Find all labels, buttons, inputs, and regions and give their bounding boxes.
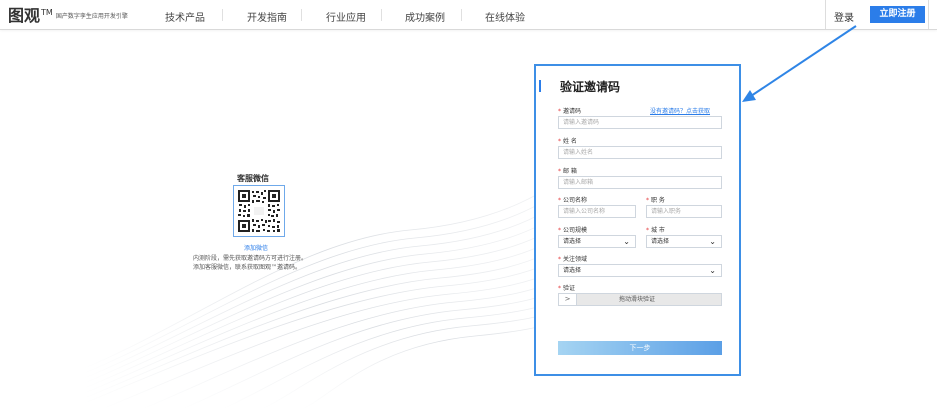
nav-divider bbox=[301, 9, 302, 21]
email-input[interactable]: 请输入邮箱 bbox=[558, 176, 722, 189]
company-label: * 公司名称 bbox=[558, 197, 588, 204]
pointer-arrow bbox=[742, 25, 857, 102]
nav-tech-products[interactable]: 技术产品 bbox=[165, 9, 205, 24]
login-link[interactable]: 登录 bbox=[834, 9, 854, 24]
nav-divider bbox=[222, 9, 223, 21]
get-invite-code-link[interactable]: 没有邀请码？点击获取 bbox=[650, 106, 710, 115]
email-label: * 邮 箱 bbox=[558, 168, 577, 175]
form-title: 验证邀请码 bbox=[560, 80, 621, 94]
focus-field-select[interactable]: 请选择 ⌄ bbox=[558, 264, 722, 277]
city-select[interactable]: 请选择 ⌄ bbox=[646, 235, 722, 248]
page-root: 图观 TM 国产数字孪生应用开发引擎 技术产品 开发指南 行业应用 成功案例 在… bbox=[0, 0, 937, 409]
company-input[interactable]: 请输入公司名称 bbox=[558, 205, 636, 218]
logo-tagline: 国产数字孪生应用开发引擎 bbox=[55, 13, 128, 20]
company-scale-label: * 公司规模 bbox=[558, 227, 588, 234]
wechat-qr-code bbox=[233, 185, 285, 237]
nav-divider bbox=[461, 9, 462, 21]
wechat-title: 客服微信 bbox=[237, 174, 269, 183]
add-wechat-caption: 添加微信 bbox=[244, 245, 269, 252]
chevron-down-icon: ⌄ bbox=[709, 237, 716, 246]
slider-hint: 拖动滑块验证 bbox=[619, 296, 656, 303]
chevron-down-icon: ⌄ bbox=[623, 237, 630, 246]
chevron-down-icon: ⌄ bbox=[709, 266, 716, 275]
contact-description-line1: 内测阶段，需先获取邀请码方可进行注册。 bbox=[193, 255, 308, 262]
nav-online-demo[interactable]: 在线体验 bbox=[485, 9, 525, 24]
position-label: * 职 务 bbox=[646, 197, 665, 204]
city-label: * 城 市 bbox=[646, 227, 665, 234]
contact-description-line2: 添加客服微信，联系获取图观™邀请码。 bbox=[193, 264, 302, 271]
title-accent-bar bbox=[539, 80, 541, 92]
nav-dev-guide[interactable]: 开发指南 bbox=[247, 9, 287, 24]
slider-captcha[interactable]: > 拖动滑块验证 bbox=[558, 293, 722, 306]
next-step-button[interactable]: 下一步 bbox=[558, 341, 722, 355]
nav-divider bbox=[381, 9, 382, 21]
invite-code-label: * 邀请码 bbox=[558, 108, 582, 115]
focus-field-label: * 关注领域 bbox=[558, 256, 588, 263]
register-button[interactable]: 立即注册 bbox=[870, 6, 925, 23]
nav-industry-apps[interactable]: 行业应用 bbox=[326, 9, 366, 24]
logo-text: 图观 bbox=[8, 6, 41, 25]
verify-label: * 验证 bbox=[558, 285, 576, 292]
qr-code-icon bbox=[237, 189, 281, 233]
position-input[interactable]: 请输入职务 bbox=[646, 205, 722, 218]
name-label: * 姓 名 bbox=[558, 138, 577, 145]
nav-success-cases[interactable]: 成功案例 bbox=[405, 9, 445, 24]
invite-code-input[interactable]: 请输入邀请码 bbox=[558, 116, 722, 129]
name-input[interactable]: 请输入姓名 bbox=[558, 146, 722, 159]
company-scale-select[interactable]: 请选择 ⌄ bbox=[558, 235, 636, 248]
logo-trademark: TM bbox=[41, 8, 53, 17]
logo[interactable]: 图观 TM 国产数字孪生应用开发引擎 bbox=[8, 5, 128, 25]
slider-handle[interactable]: > bbox=[559, 294, 577, 305]
invite-code-form: 验证邀请码 * 邀请码 没有邀请码？点击获取 请输入邀请码 * 姓 名 请输入姓名 … bbox=[534, 64, 741, 376]
